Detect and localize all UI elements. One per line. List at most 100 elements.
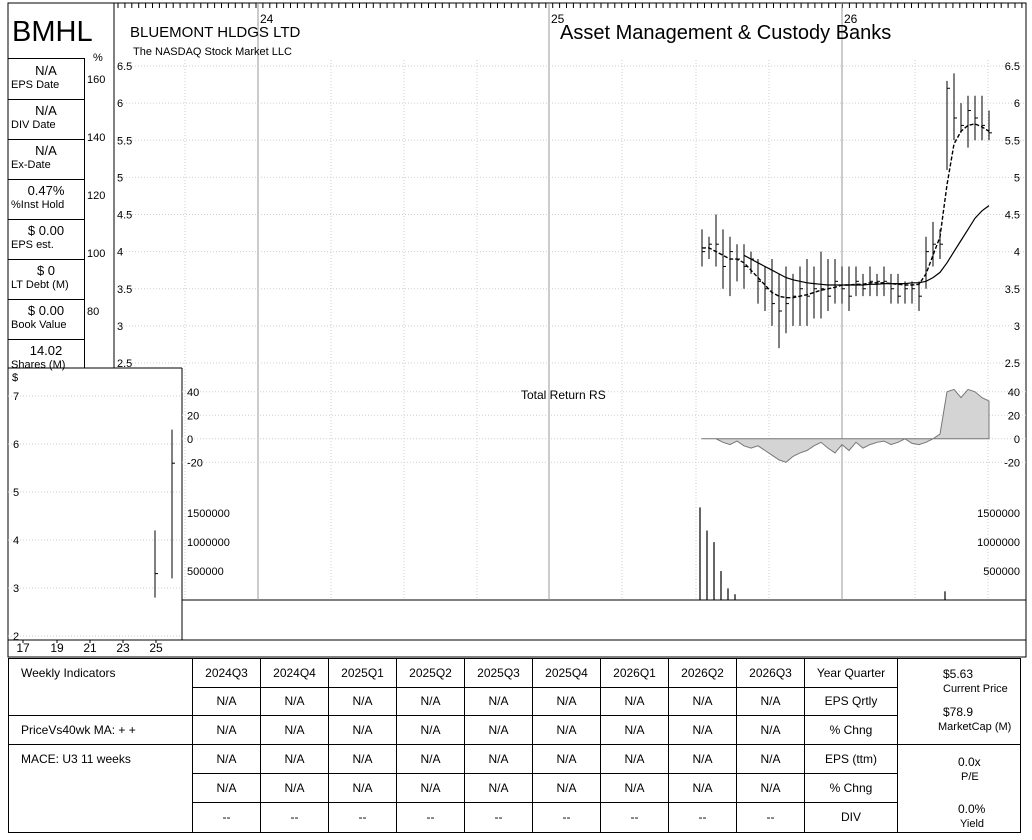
summary-market-cap-label: MarketCap (M) — [938, 721, 1012, 733]
volume-tick-left: 1500000 — [187, 508, 230, 520]
indicator-cell: 2025Q3 — [464, 658, 533, 688]
indicator-cell: N/A — [396, 772, 465, 804]
mini-y-tick: 3 — [13, 583, 19, 595]
stat-label: EPS Date — [11, 79, 60, 91]
indicator-cell: N/A — [260, 743, 329, 774]
indicator-cell: N/A — [396, 715, 465, 745]
indicator-row-label: MACE: U3 11 weeks — [8, 743, 193, 774]
volume-tick-right: 1000000 — [977, 537, 1020, 549]
indicator-row-metric: DIV — [804, 802, 898, 833]
indicator-cell: N/A — [464, 686, 533, 716]
summary-yield: 0.0% — [958, 801, 986, 816]
indicator-cell: N/A — [396, 743, 465, 774]
mini-x-tick: 19 — [50, 641, 64, 655]
stock-chart: 24 25 262.5 2.53 33.5 3.54 44.5 4.55 55.5 5.56 66.… — [7, 2, 1027, 658]
pct-tick: 100 — [87, 248, 105, 260]
indicator-row: MACE: U3 11 weeks N/A N/A N/A N/A N/A N/A N/A N/… — [8, 743, 1021, 833]
summary-yield-label: Yield — [960, 817, 985, 830]
stat-value: 0.47% — [27, 183, 65, 198]
price-tick-right: 4 — [1014, 247, 1020, 259]
indicator-cell: N/A — [260, 715, 329, 745]
indicator-cell: -- — [192, 802, 261, 833]
indicator-cell: N/A — [192, 772, 261, 804]
indicator-cell: N/A — [600, 743, 669, 774]
price-tick-right: 4.5 — [1005, 210, 1020, 222]
rs-area — [701, 388, 990, 463]
price-tick-right: 5 — [1014, 172, 1020, 184]
sidebar-top-border — [8, 58, 84, 59]
price-tick-left: 5.5 — [117, 135, 132, 147]
stat--inst-hold: 0.47% %Inst Hold — [8, 179, 84, 220]
indicator-cell: N/A — [260, 686, 329, 716]
indicator-cell: -- — [328, 802, 397, 833]
mini-y-tick: 5 — [13, 487, 19, 499]
indicator-cell: N/A — [328, 772, 397, 804]
indicator-cell: N/A — [328, 715, 397, 745]
stat-label: EPS est. — [11, 239, 54, 251]
stat-value: N/A — [35, 143, 57, 158]
stat-book-value: $ 0.00 Book Value — [8, 299, 84, 340]
indicator-row: PriceVs40wk MA: + + N/A N/A N/A N/A N/A N/A N/A… — [8, 715, 1021, 745]
mini-y-tick: 6 — [13, 439, 19, 451]
summary-pe: 0.0x — [958, 754, 981, 769]
indicator-row: Weekly Indicators 2024Q3 2024Q4 2025Q1 2025Q… — [8, 658, 1021, 745]
indicator-row-metric: EPS (ttm) — [804, 743, 898, 774]
stat-value: $ 0.00 — [27, 303, 65, 318]
rs-tick-right: 40 — [1008, 387, 1020, 399]
indicator-cell: N/A — [668, 743, 737, 774]
price-tick-right: 6.5 — [1005, 61, 1020, 73]
indicator-cell: -- — [260, 802, 329, 833]
indicator-cell: N/A — [600, 686, 669, 716]
stat-value: $ 0.00 — [27, 223, 65, 238]
indicator-cell: 2026Q1 — [600, 658, 669, 688]
valuation-summary: 0.0x P/E 0.0% Yield — [897, 743, 1021, 833]
indicator-cell: -- — [736, 802, 805, 833]
stat-label: DIV Date — [11, 119, 56, 131]
volume-tick-right: 1500000 — [977, 508, 1020, 520]
volume-tick-left: 500000 — [187, 566, 224, 578]
price-tick-left: 4.5 — [117, 210, 132, 222]
price-tick-right: 3.5 — [1005, 284, 1020, 296]
price-tick-left: 4 — [117, 247, 123, 259]
stat-shares-m-: 14.02 Shares (M) — [8, 339, 84, 379]
stat-label: LT Debt (M) — [11, 279, 69, 291]
mini-y-tick: 4 — [13, 535, 19, 547]
industry-name: Asset Management & Custody Banks — [560, 22, 892, 44]
indicator-cell: -- — [668, 802, 737, 833]
pct-tick: % — [93, 52, 103, 64]
stat-lt-debt-m-: $ 0 LT Debt (M) — [8, 259, 84, 300]
indicator-row-label: PriceVs40wk MA: + + — [8, 715, 193, 745]
stat-div-date: N/A DIV Date — [8, 99, 84, 140]
indicator-cell: N/A — [532, 715, 601, 745]
indicator-row: N/A N/A N/A N/A N/A N/A N/A N/A N/A% Chng — [8, 772, 1021, 804]
indicator-cell: N/A — [192, 686, 261, 716]
rs-tick-right: 0 — [1014, 434, 1020, 446]
indicator-cell: N/A — [668, 715, 737, 745]
indicator-cell: N/A — [736, 772, 805, 804]
mini-x-tick: 17 — [16, 641, 30, 655]
rs-title: Total Return RS — [521, 388, 606, 402]
price-tick-right: 3 — [1014, 321, 1020, 333]
indicator-row-label: Weekly Indicators — [8, 658, 193, 687]
stat-value: N/A — [35, 63, 57, 78]
rs-tick-left: 0 — [187, 434, 193, 446]
stat-value: 14.02 — [29, 343, 63, 358]
price-tick-left: 3.5 — [117, 284, 132, 296]
summary-market-cap: $78.9 — [943, 705, 974, 719]
indicator-cell: -- — [600, 802, 669, 833]
stat-eps-date: N/A EPS Date — [8, 59, 84, 100]
indicator-cell: N/A — [600, 715, 669, 745]
mini-y-tick: 7 — [13, 391, 19, 403]
indicator-cell: 2025Q1 — [328, 658, 397, 688]
indicator-cell: N/A — [260, 772, 329, 804]
indicator-cell: N/A — [328, 743, 397, 774]
indicator-cell: N/A — [192, 715, 261, 745]
mini-x-tick: 23 — [116, 641, 130, 655]
indicator-cell: 2025Q4 — [532, 658, 601, 688]
indicator-cell: 2024Q3 — [192, 658, 261, 688]
price-tick-left: 2.5 — [117, 358, 132, 370]
price-tick-left: 6 — [117, 98, 123, 110]
pct-tick: 120 — [87, 190, 105, 202]
indicator-cell: 2026Q2 — [668, 658, 737, 688]
company-name: BLUEMONT HLDGS LTD — [130, 24, 301, 41]
